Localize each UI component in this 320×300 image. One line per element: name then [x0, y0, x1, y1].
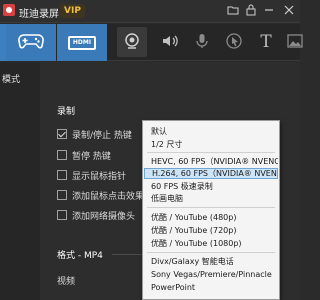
text-tool-button[interactable]: T: [251, 27, 281, 57]
preset-dropdown-menu: 默认 1/2 尺寸 HEVC, 60 FPS（NVIDIA® NVENC） H.…: [142, 120, 280, 300]
menu-separator: [147, 207, 275, 208]
nav-item-mode[interactable]: 模式: [0, 72, 40, 85]
text-icon: T: [260, 32, 272, 52]
video-label: 视频: [57, 277, 76, 287]
option-label: 录制/停止 热键: [72, 130, 132, 141]
option-label: 暂停 热键: [72, 151, 111, 162]
title-bar: 班迪录屏 VIP: [0, 0, 300, 23]
menu-separator: [147, 252, 275, 253]
webcam-icon: [123, 32, 141, 53]
format-label: 格式 - MP4: [57, 251, 103, 261]
menu-item-sony-vegas[interactable]: Sony Vegas/Premiere/Pinnacle: [144, 269, 278, 280]
hdmi-icon: HDMI: [68, 35, 96, 50]
option-label: 添加鼠标点击效果: [72, 191, 145, 202]
minimize-icon[interactable]: [262, 4, 276, 18]
option-label: 添加网络摄像头: [72, 211, 136, 222]
cursor-icon: [225, 32, 243, 53]
microphone-icon: [193, 32, 211, 53]
gamepad-icon: [18, 33, 44, 52]
speaker-button[interactable]: [155, 27, 185, 57]
cursor-highlight-button[interactable]: [219, 27, 249, 57]
menu-item-youtube-720p[interactable]: 优酷 / YouTube (720p): [144, 225, 278, 236]
left-nav: 模式: [0, 62, 40, 300]
lock-icon[interactable]: [244, 4, 258, 18]
speaker-icon: [161, 32, 179, 53]
option-label: 显示鼠标指针: [72, 171, 127, 182]
close-icon[interactable]: [282, 4, 296, 18]
checkbox-click-effect[interactable]: [57, 190, 67, 200]
menu-item-low-spec[interactable]: 低画电脑: [144, 193, 278, 204]
vip-badge[interactable]: VIP: [60, 4, 85, 18]
app-title: 班迪录屏: [19, 9, 59, 20]
menu-item-powerpoint[interactable]: PowerPoint: [144, 282, 278, 293]
menu-item-60fps-fast[interactable]: 60 FPS 极速录制: [144, 181, 278, 192]
mode-toolbar: HDMI T: [0, 24, 303, 61]
image-tool-button[interactable]: [280, 27, 310, 57]
checkbox-webcam[interactable]: [57, 210, 67, 220]
folder-icon[interactable]: [226, 4, 240, 18]
game-mode-button[interactable]: [6, 24, 56, 61]
device-mode-button[interactable]: HDMI: [57, 24, 107, 61]
section-divider: [112, 254, 142, 255]
menu-item-hevc-60fps[interactable]: HEVC, 60 FPS（NVIDIA® NVENC）: [144, 156, 278, 167]
menu-item-default[interactable]: 默认: [144, 126, 278, 137]
checkbox-pause-hotkey[interactable]: [57, 150, 67, 160]
webcam-button[interactable]: [117, 27, 147, 57]
menu-item-divx-galaxy[interactable]: Divx/Galaxy 智能电话: [144, 256, 278, 267]
menu-separator: [147, 152, 275, 153]
microphone-button[interactable]: [187, 27, 217, 57]
menu-item-youtube-480p[interactable]: 优酷 / YouTube (480p): [144, 212, 278, 223]
app-logo-icon: [3, 4, 15, 16]
section-title-recording: 录制: [57, 107, 76, 117]
image-icon: [287, 33, 303, 52]
checkbox-show-cursor[interactable]: [57, 170, 67, 180]
menu-item-half-size[interactable]: 1/2 尺寸: [144, 139, 278, 150]
menu-item-h264-60fps[interactable]: H.264, 60 FPS（NVIDIA® NVENC）: [144, 168, 278, 179]
menu-item-youtube-1080p[interactable]: 优酷 / YouTube (1080p): [144, 238, 278, 249]
checkbox-record-hotkey[interactable]: [57, 129, 67, 139]
